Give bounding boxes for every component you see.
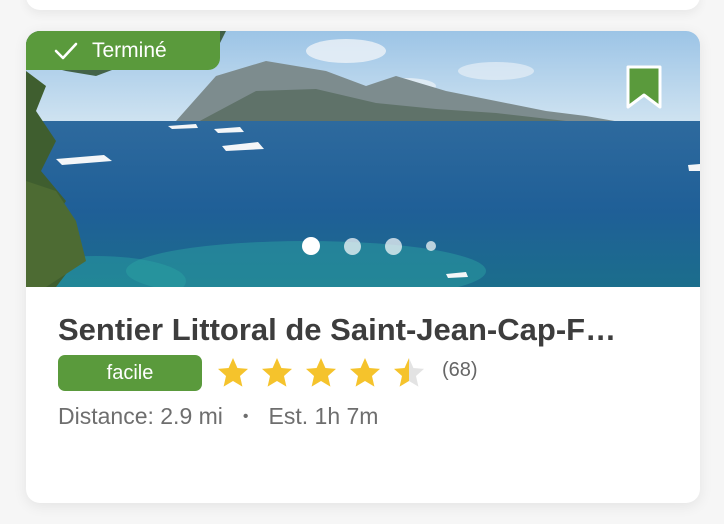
completed-label: Terminé — [92, 38, 167, 62]
star-icon — [306, 358, 336, 387]
star-icon — [218, 358, 248, 387]
difficulty-badge: facile — [58, 355, 202, 391]
trail-card[interactable]: Terminé Sentier Littoral de Saint-Jean-C… — [26, 31, 700, 503]
review-count: (68) — [442, 359, 478, 381]
star-icon — [394, 358, 424, 387]
star-icon — [262, 358, 292, 387]
carousel-indicator — [302, 236, 436, 256]
carousel-dot-1-active[interactable] — [302, 237, 320, 255]
trail-meta: Distance: 2.9 mi • Est. 1h 7m — [58, 403, 378, 430]
check-icon — [54, 41, 78, 61]
trail-photo[interactable]: Terminé — [26, 31, 700, 287]
trail-details: Sentier Littoral de Saint-Jean-Cap-F… fa… — [26, 287, 700, 503]
distance-text: Distance: 2.9 mi — [58, 403, 223, 429]
previous-card-edge — [26, 0, 700, 10]
carousel-dot-2[interactable] — [344, 237, 361, 255]
carousel-dot-4[interactable] — [426, 241, 436, 251]
bookmark-button[interactable] — [625, 64, 663, 110]
carousel-dot-3[interactable] — [385, 237, 402, 255]
meta-separator: • — [242, 407, 249, 425]
star-icon — [350, 358, 380, 387]
trail-title[interactable]: Sentier Littoral de Saint-Jean-Cap-F… — [58, 312, 670, 348]
estimated-time-text: Est. 1h 7m — [268, 403, 379, 429]
bookmark-icon — [626, 65, 662, 109]
star-rating — [216, 355, 436, 391]
completed-badge: Terminé — [26, 31, 220, 70]
